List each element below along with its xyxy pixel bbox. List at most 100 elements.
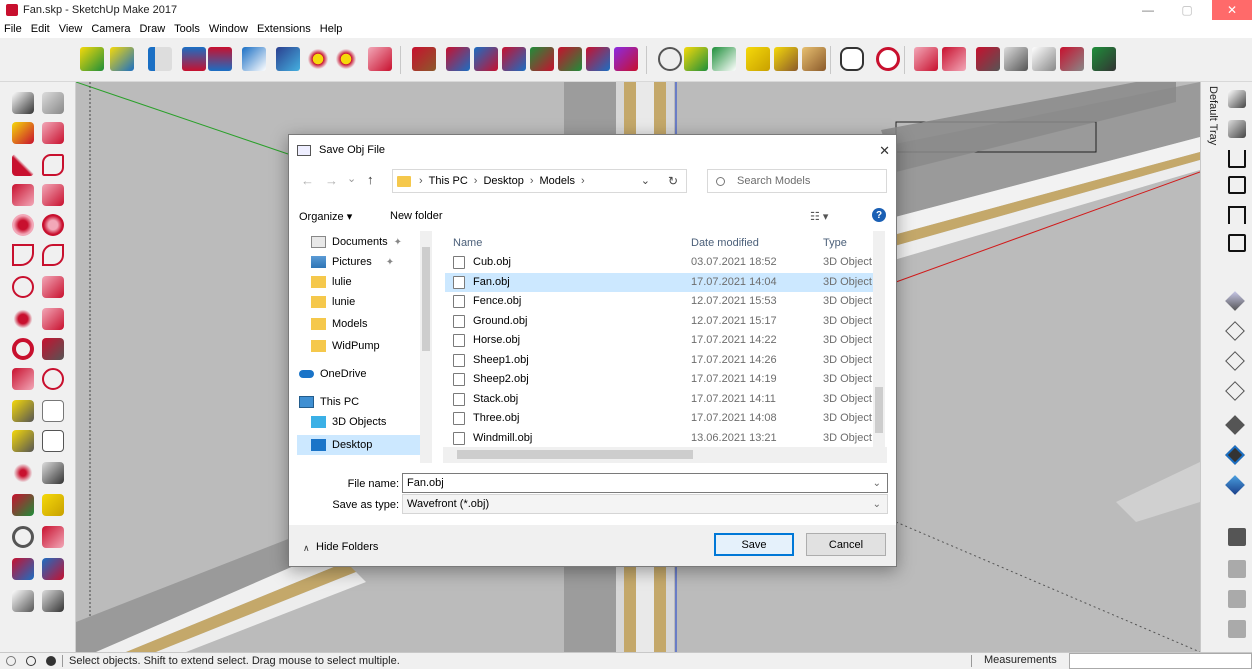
back-edges-style-icon[interactable] bbox=[1225, 321, 1245, 341]
pan-icon[interactable] bbox=[42, 494, 64, 516]
freehand-icon[interactable] bbox=[42, 154, 64, 176]
nav-desktop[interactable]: Desktop bbox=[297, 435, 425, 455]
view-top-icon[interactable] bbox=[474, 47, 498, 71]
xray-style-icon[interactable] bbox=[1225, 291, 1245, 311]
orbit-icon[interactable] bbox=[12, 494, 34, 516]
tape-measure-icon[interactable] bbox=[840, 47, 864, 71]
column-name[interactable]: Name bbox=[453, 237, 482, 249]
new-folder-button[interactable]: New folder bbox=[390, 210, 443, 222]
getting-started-icon[interactable] bbox=[80, 47, 104, 71]
standard-views-icon[interactable] bbox=[110, 47, 134, 71]
drape-icon[interactable] bbox=[1004, 47, 1028, 71]
file-row[interactable]: Cub.obj 03.07.2021 18:52 3D Object bbox=[445, 253, 873, 272]
nav-pictures[interactable]: Pictures ✦ bbox=[311, 253, 394, 271]
nav-models[interactable]: Models bbox=[311, 315, 367, 333]
menu-camera[interactable]: Camera bbox=[91, 23, 130, 35]
column-type[interactable]: Type bbox=[823, 237, 847, 249]
menu-draw[interactable]: Draw bbox=[139, 23, 165, 35]
file-row[interactable]: Ground.obj 12.07.2021 15:17 3D Object bbox=[445, 312, 873, 331]
stamp-icon[interactable] bbox=[976, 47, 1000, 71]
paint-bucket-icon[interactable] bbox=[12, 122, 34, 144]
column-date-modified[interactable]: Date modified bbox=[691, 237, 759, 249]
dimension-icon[interactable] bbox=[42, 400, 64, 422]
nav-3d-objects[interactable]: 3D Objects bbox=[311, 413, 386, 431]
address-dropdown-icon[interactable]: ⌄ bbox=[641, 174, 650, 187]
file-row[interactable]: Fan.obj 17.07.2021 14:04 3D Object bbox=[445, 272, 873, 292]
wireframe-icon[interactable] bbox=[712, 47, 736, 71]
maximize-button[interactable]: ▢ bbox=[1172, 0, 1202, 20]
zoom-extents-tool-icon[interactable] bbox=[12, 558, 34, 580]
rotate-icon[interactable] bbox=[12, 338, 34, 360]
nav-this-pc[interactable]: This PC bbox=[299, 393, 359, 411]
back-edges-icon[interactable] bbox=[684, 47, 708, 71]
file-row[interactable]: Horse.obj 17.07.2021 14:22 3D Object bbox=[445, 331, 873, 350]
nav-widpump[interactable]: WidPump bbox=[311, 337, 380, 355]
align-view-icon[interactable] bbox=[242, 47, 266, 71]
view-options-icon[interactable]: ☷ ▾ bbox=[810, 210, 828, 223]
three-point-arc-icon[interactable] bbox=[12, 276, 34, 298]
back-view-icon[interactable] bbox=[1228, 206, 1246, 224]
component-icon[interactable] bbox=[1228, 560, 1246, 578]
zoom-extents-icon[interactable] bbox=[276, 47, 300, 71]
nav-onedrive[interactable]: OneDrive bbox=[299, 365, 366, 383]
breadcrumb[interactable]: › This PC › Desktop › Models › ⌄ ↻ bbox=[392, 169, 687, 193]
make-component-icon[interactable] bbox=[42, 92, 64, 114]
h-scroll-thumb[interactable] bbox=[457, 450, 693, 459]
search-input[interactable]: Search Models bbox=[707, 169, 887, 193]
save-as-type-select[interactable]: Wavefront (*.obj) ⌄ bbox=[402, 494, 888, 514]
menu-window[interactable]: Window bbox=[209, 23, 248, 35]
circle-icon[interactable] bbox=[12, 214, 34, 236]
nav-scroll-thumb[interactable] bbox=[422, 247, 430, 351]
paint-icon[interactable] bbox=[368, 47, 392, 71]
select-icon[interactable] bbox=[12, 92, 34, 114]
axes-up-icon[interactable] bbox=[182, 47, 206, 71]
flip-edge-icon[interactable] bbox=[1060, 47, 1084, 71]
refresh-icon[interactable]: ↻ bbox=[668, 174, 678, 188]
view-front-icon[interactable] bbox=[502, 47, 526, 71]
help-icon[interactable]: ? bbox=[872, 208, 886, 222]
sandbox-smoove-icon[interactable] bbox=[914, 47, 938, 71]
geo-location-icon[interactable] bbox=[6, 655, 16, 666]
wireframe-style-icon[interactable] bbox=[1225, 351, 1245, 371]
section-plane-icon[interactable] bbox=[148, 47, 172, 71]
recent-locations-chevron-icon[interactable]: ⌄ bbox=[347, 172, 356, 185]
tray-label[interactable]: Default Tray bbox=[1203, 86, 1219, 156]
chevron-down-icon[interactable]: ⌄ bbox=[873, 478, 881, 489]
menu-edit[interactable]: Edit bbox=[31, 23, 50, 35]
view-iso-icon[interactable] bbox=[446, 47, 470, 71]
right-view-icon[interactable] bbox=[1228, 176, 1246, 194]
nav-lunie[interactable]: lunie bbox=[311, 293, 355, 311]
group-icon[interactable] bbox=[1228, 528, 1246, 546]
chevron-up-icon[interactable]: ∧ bbox=[303, 543, 310, 554]
file-row[interactable]: Sheep1.obj 17.07.2021 14:26 3D Object bbox=[445, 351, 873, 370]
file-row[interactable]: Fence.obj 12.07.2021 15:53 3D Object bbox=[445, 292, 873, 311]
file-row[interactable]: Windmill.obj 13.06.2021 13:21 3D Object bbox=[445, 429, 873, 448]
file-row[interactable]: Stack.obj 17.07.2021 14:11 3D Object bbox=[445, 390, 873, 409]
file-row[interactable]: Three.obj 17.07.2021 14:08 3D Object bbox=[445, 409, 873, 428]
menu-tools[interactable]: Tools bbox=[174, 23, 200, 35]
rotated-rectangle-icon[interactable] bbox=[42, 184, 64, 206]
position-camera-icon[interactable] bbox=[12, 590, 34, 612]
tape-measure-tool-icon[interactable] bbox=[12, 400, 34, 422]
file-scroll-thumb[interactable] bbox=[875, 387, 883, 433]
measurements-input[interactable] bbox=[1069, 653, 1252, 669]
previous-view-icon[interactable] bbox=[42, 558, 64, 580]
polygon-icon[interactable] bbox=[42, 214, 64, 236]
pie-icon[interactable] bbox=[42, 276, 64, 298]
hide-folders-button[interactable]: Hide Folders bbox=[316, 541, 378, 553]
horizontal-scrollbar[interactable] bbox=[443, 447, 887, 463]
rectangle-icon[interactable] bbox=[12, 184, 34, 206]
menu-help[interactable]: Help bbox=[320, 23, 343, 35]
sandbox-grid-icon[interactable] bbox=[942, 47, 966, 71]
back-arrow-icon[interactable]: ← bbox=[301, 173, 314, 188]
look-around-icon[interactable] bbox=[42, 590, 64, 612]
push-pull-icon[interactable] bbox=[412, 47, 436, 71]
file-row[interactable]: Sheep2.obj 17.07.2021 14:19 3D Object bbox=[445, 370, 873, 389]
hidden-line-style-icon[interactable] bbox=[1225, 381, 1245, 401]
zoom-window-icon[interactable] bbox=[42, 526, 64, 548]
left-view-icon[interactable] bbox=[1228, 234, 1246, 252]
warehouse-icon[interactable] bbox=[1092, 47, 1116, 71]
redo-icon[interactable] bbox=[334, 47, 358, 71]
xray-icon[interactable] bbox=[658, 47, 682, 71]
shaded-icon[interactable] bbox=[774, 47, 798, 71]
